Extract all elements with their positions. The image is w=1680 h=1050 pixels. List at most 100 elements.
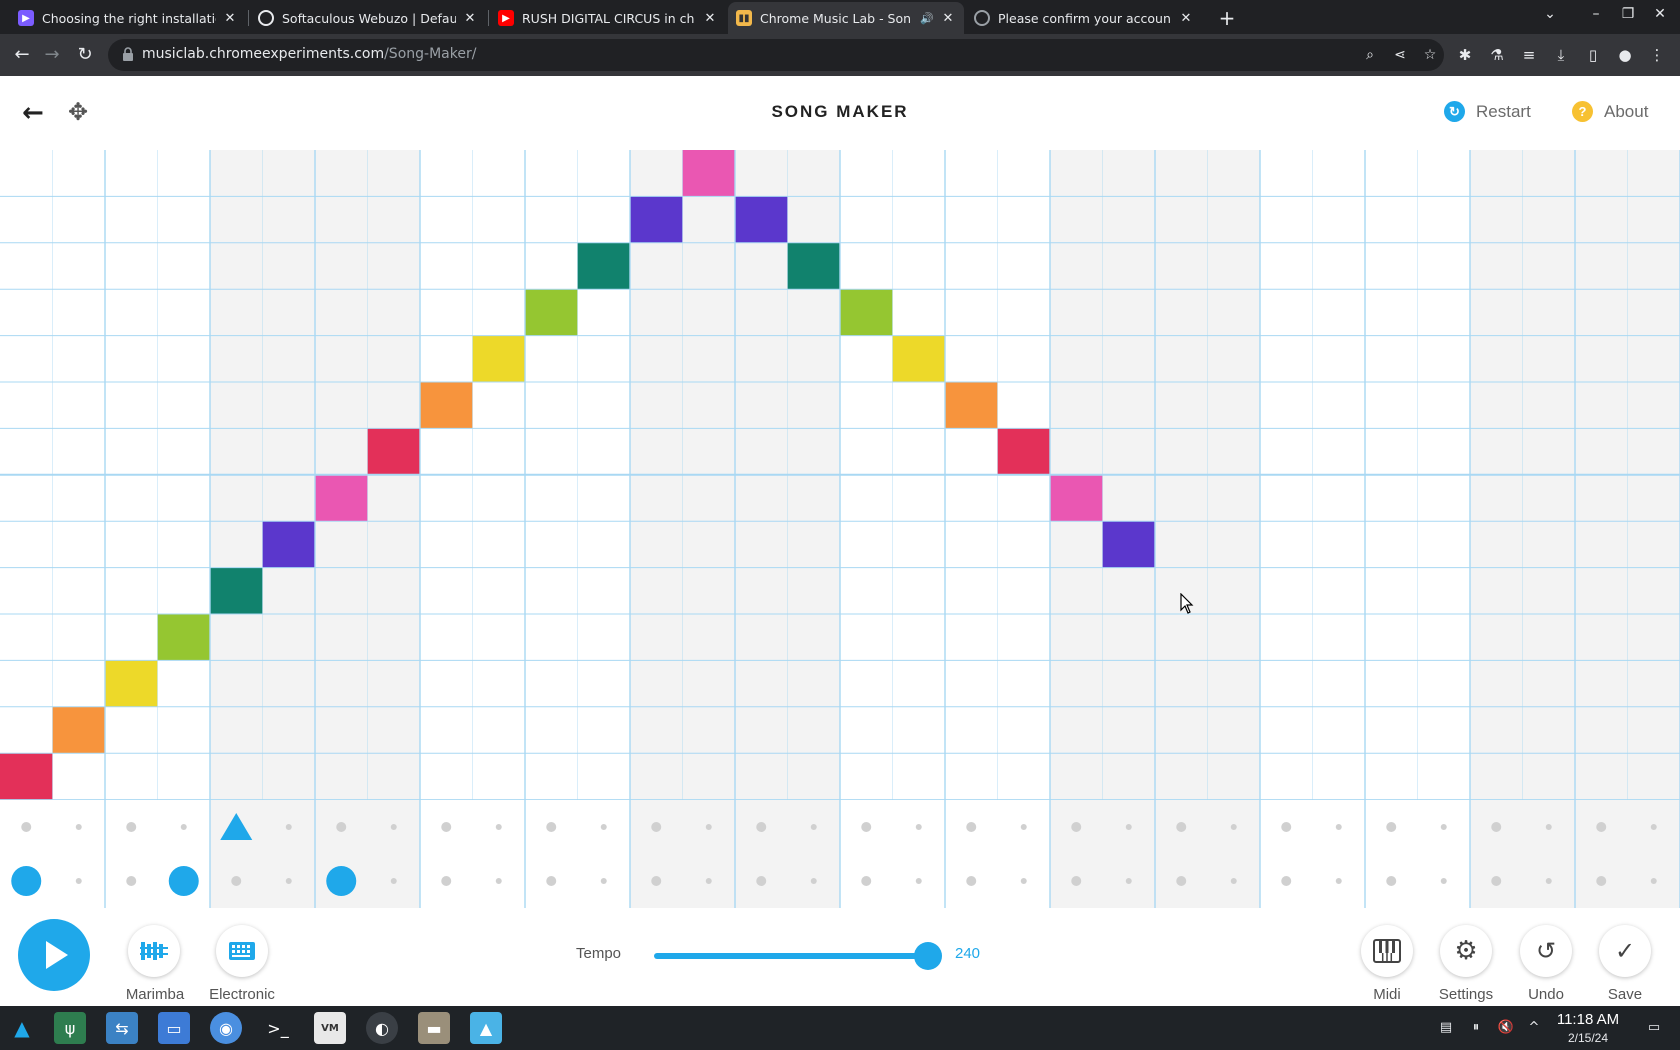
close-window-icon[interactable]: ✕ [1650, 6, 1670, 22]
tab-title: Chrome Music Lab - Son [760, 10, 912, 26]
download-icon[interactable]: ⤓ [1550, 44, 1572, 66]
note-cell [1050, 474, 1103, 522]
pause-icon[interactable]: ⏸ [1467, 1019, 1485, 1037]
reload-icon[interactable]: ↻ [73, 43, 97, 67]
new-tab-button[interactable]: + [1216, 6, 1238, 30]
close-icon[interactable]: ✕ [940, 11, 956, 26]
note-cell [315, 474, 368, 522]
tab-title: Please confirm your accoun [998, 10, 1171, 26]
address-bar[interactable]: musiclab.chromeexperiments.com/Song-Make… [108, 39, 1444, 71]
close-icon[interactable]: ✕ [222, 11, 238, 26]
tab-rush-digital-circus[interactable]: ▶ RUSH DIGITAL CIRCUS in ch ✕ [490, 2, 726, 34]
rhythm-dot [75, 824, 82, 830]
midi-button[interactable] [1361, 925, 1413, 977]
marimba-button[interactable] [128, 925, 180, 977]
softaculous-icon: ▶ [18, 10, 34, 26]
rhythm-dot [285, 824, 292, 830]
show-desktop-icon[interactable]: ▭ [1645, 1019, 1663, 1037]
volume-icon[interactable]: 🔇 [1497, 1019, 1515, 1037]
menu-kebab-icon[interactable]: ⋮ [1646, 44, 1668, 66]
vm-icon[interactable]: VM [314, 1012, 346, 1044]
store-icon[interactable]: ⇆ [106, 1012, 138, 1044]
maximize-icon[interactable]: ❐ [1618, 6, 1638, 22]
clock-time[interactable]: 11:18 AM [1548, 1011, 1628, 1028]
rhythm-grid-canvas[interactable] [0, 800, 1680, 908]
rhythm-dot [861, 876, 872, 886]
tempo-slider-track[interactable] [654, 953, 928, 959]
rhythm-dot [1545, 878, 1552, 884]
rhythm-dot [126, 876, 137, 886]
tab-separator [248, 10, 249, 26]
zoom-icon[interactable]: ⌕ [1360, 45, 1380, 65]
close-icon[interactable]: ✕ [702, 11, 718, 26]
rhythm-dot [1386, 822, 1397, 832]
rhythm-dot [915, 878, 922, 884]
electronic-icon [229, 942, 255, 960]
minimize-icon[interactable]: – [1586, 6, 1606, 22]
clipboard-icon[interactable]: ▤ [1437, 1019, 1455, 1037]
bookmark-star-icon[interactable]: ☆ [1420, 45, 1440, 65]
tempo-label: Tempo [576, 945, 622, 962]
forward-nav-icon[interactable]: → [40, 43, 64, 67]
globe-icon [258, 10, 274, 26]
profile-icon[interactable]: ● [1614, 44, 1636, 66]
tempo-slider-handle[interactable] [914, 942, 942, 970]
palette-icon[interactable]: ◐ [366, 1012, 398, 1044]
tab-confirm-account[interactable]: Please confirm your accoun ✕ [966, 2, 1202, 34]
about-button[interactable]: ? About [1572, 101, 1648, 122]
clock-date[interactable]: 2/15/24 [1548, 1031, 1628, 1045]
extensions-icon[interactable]: ✱ [1454, 44, 1476, 66]
rhythm-circle [326, 866, 357, 896]
lab-flask-icon[interactable]: ⚗ [1486, 44, 1508, 66]
tray-expand-icon[interactable]: ^ [1525, 1019, 1543, 1037]
settings-button[interactable]: ⚙ [1440, 925, 1492, 977]
terminal-icon[interactable]: >_ [262, 1012, 294, 1044]
tab-chrome-music-lab[interactable]: ▮▮ Chrome Music Lab - Son 🔊 ✕ [728, 2, 964, 34]
undo-button[interactable]: ↺ [1520, 925, 1572, 977]
melody-grid-canvas[interactable] [0, 150, 1680, 800]
close-icon[interactable]: ✕ [1178, 11, 1194, 26]
tempo-value: 240 [955, 945, 981, 962]
tab-choosing-installation[interactable]: ▶ Choosing the right installatio ✕ [10, 2, 246, 34]
tab-search-icon[interactable]: ⌄ [1540, 6, 1560, 22]
restart-button[interactable]: ↻ Restart [1444, 101, 1531, 122]
close-icon[interactable]: ✕ [462, 11, 478, 26]
note-cell [105, 660, 158, 707]
app-green-icon[interactable]: ψ [54, 1012, 86, 1044]
rhythm-dot [390, 878, 397, 884]
rhythm-dot [705, 824, 712, 830]
note-cell [735, 196, 788, 243]
youtube-icon: ▶ [498, 10, 514, 26]
url-host: musiclab.chromeexperiments.com [142, 46, 385, 62]
rhythm-dot [1596, 876, 1607, 886]
note-cell [420, 382, 473, 429]
speaker-icon[interactable]: 🔊 [920, 12, 934, 25]
note-cell [577, 242, 630, 290]
share-icon[interactable]: ⋖ [1390, 45, 1410, 65]
media-queue-icon[interactable]: ≡ [1518, 44, 1540, 66]
play-button[interactable] [18, 919, 90, 991]
melody-grid[interactable] [0, 150, 1680, 800]
save-button[interactable]: ✓ [1599, 925, 1651, 977]
rhythm-grid[interactable] [0, 800, 1680, 908]
side-panel-icon[interactable]: ▯ [1582, 44, 1604, 66]
restart-label: Restart [1476, 101, 1531, 121]
note-cell [787, 242, 840, 290]
mouse-pointer-icon [1180, 593, 1194, 614]
launcher-icon[interactable]: ▲ [6, 1012, 38, 1044]
note-cell [997, 428, 1050, 475]
check-icon: ✓ [1614, 937, 1636, 965]
folder-icon[interactable]: ▬ [418, 1012, 450, 1044]
image-viewer-icon[interactable]: ▲ [470, 1012, 502, 1044]
files-icon[interactable]: ▭ [158, 1012, 190, 1044]
tab-softaculous-webuzo[interactable]: Softaculous Webuzo | Defau ✕ [250, 2, 486, 34]
chrome-icon[interactable]: ◉ [210, 1012, 242, 1044]
rhythm-dot [1440, 824, 1447, 830]
gear-icon: ⚙ [1454, 936, 1478, 966]
rhythm-dot [495, 824, 502, 830]
back-nav-icon[interactable]: ← [10, 43, 34, 67]
electronic-button[interactable] [216, 925, 268, 977]
rhythm-dot [1071, 822, 1082, 832]
rhythm-dot [546, 822, 557, 832]
lock-icon[interactable] [122, 47, 134, 61]
